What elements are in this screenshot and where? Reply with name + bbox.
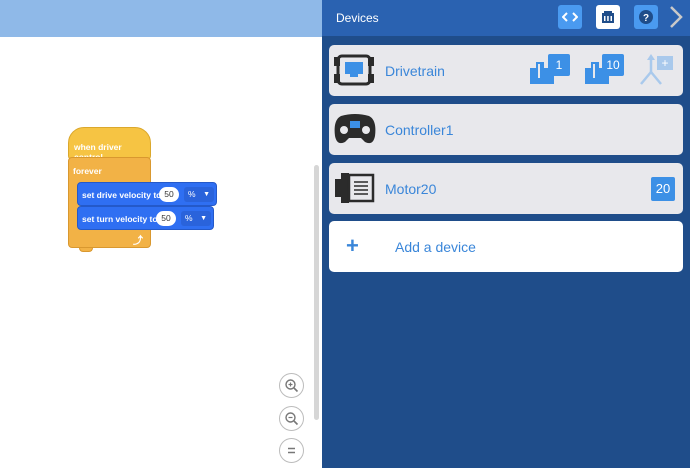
device-name-drivetrain: Drivetrain: [385, 63, 445, 79]
motor-icon: [335, 173, 375, 203]
caret-down-icon: ▼: [200, 215, 207, 222]
drivetrain-port-left: 1: [548, 54, 570, 76]
svg-text:+: +: [661, 56, 668, 70]
workspace-toolbar: [0, 0, 322, 37]
zoom-in-icon: [285, 379, 299, 393]
forever-block-label: forever: [73, 166, 102, 176]
when-driver-control-block[interactable]: when driver control: [68, 127, 151, 162]
code-view-icon: [562, 12, 578, 22]
help-icon: ?: [639, 10, 653, 24]
set-drive-velocity-block[interactable]: set drive velocity to 50 % ▼: [77, 182, 217, 206]
device-card-drivetrain[interactable]: Drivetrain 1 10 +: [329, 45, 683, 96]
plus-icon: +: [346, 233, 359, 258]
device-card-motor[interactable]: Motor20 20: [329, 163, 683, 214]
device-name-controller: Controller1: [385, 122, 454, 138]
set-turn-velocity-block[interactable]: set turn velocity to 50 % ▼: [77, 206, 214, 230]
devices-panel: Devices ? Drivetrain 1 10 + Controller1 …: [322, 0, 690, 468]
zoom-reset-icon: [288, 447, 295, 454]
chevron-right-icon[interactable]: [668, 5, 684, 29]
zoom-out-icon: [285, 412, 299, 426]
drive-velocity-unit: %: [188, 189, 196, 199]
svg-text:?: ?: [643, 13, 649, 24]
turn-velocity-unit: %: [185, 213, 193, 223]
turn-velocity-input[interactable]: 50: [156, 211, 176, 226]
brain-button[interactable]: [596, 5, 620, 29]
devices-title: Devices: [336, 11, 379, 25]
drive-velocity-unit-dropdown[interactable]: % ▼: [184, 187, 214, 202]
add-device-button[interactable]: + Add a device: [329, 221, 683, 272]
controller-icon: [334, 114, 376, 144]
gyro-add-icon[interactable]: +: [637, 52, 677, 88]
zoom-in-button[interactable]: [279, 373, 304, 398]
drivetrain-port-right: 10: [602, 54, 624, 76]
zoom-out-button[interactable]: [279, 406, 304, 431]
drive-velocity-label: set drive velocity to: [82, 190, 162, 200]
device-card-controller[interactable]: Controller1: [329, 104, 683, 155]
drivetrain-icon: [334, 54, 374, 86]
workspace-scrollbar[interactable]: [314, 165, 319, 420]
help-button[interactable]: ?: [634, 5, 658, 29]
devices-header: Devices ?: [322, 0, 690, 36]
loop-arrow-icon: ⤴: [133, 236, 143, 247]
block-workspace[interactable]: when driver control forever ⤴ set drive …: [0, 0, 322, 468]
motor-port-badge: 20: [651, 177, 675, 201]
brain-icon: [602, 11, 614, 23]
code-view-button[interactable]: [558, 5, 582, 29]
drive-velocity-input[interactable]: 50: [159, 187, 179, 202]
add-device-label: Add a device: [395, 239, 476, 255]
turn-velocity-label: set turn velocity to: [82, 214, 158, 224]
caret-down-icon: ▼: [203, 191, 210, 198]
device-name-motor: Motor20: [385, 181, 437, 197]
zoom-reset-button[interactable]: [279, 438, 304, 463]
turn-velocity-unit-dropdown[interactable]: % ▼: [181, 211, 211, 226]
block-notch: [79, 248, 93, 252]
